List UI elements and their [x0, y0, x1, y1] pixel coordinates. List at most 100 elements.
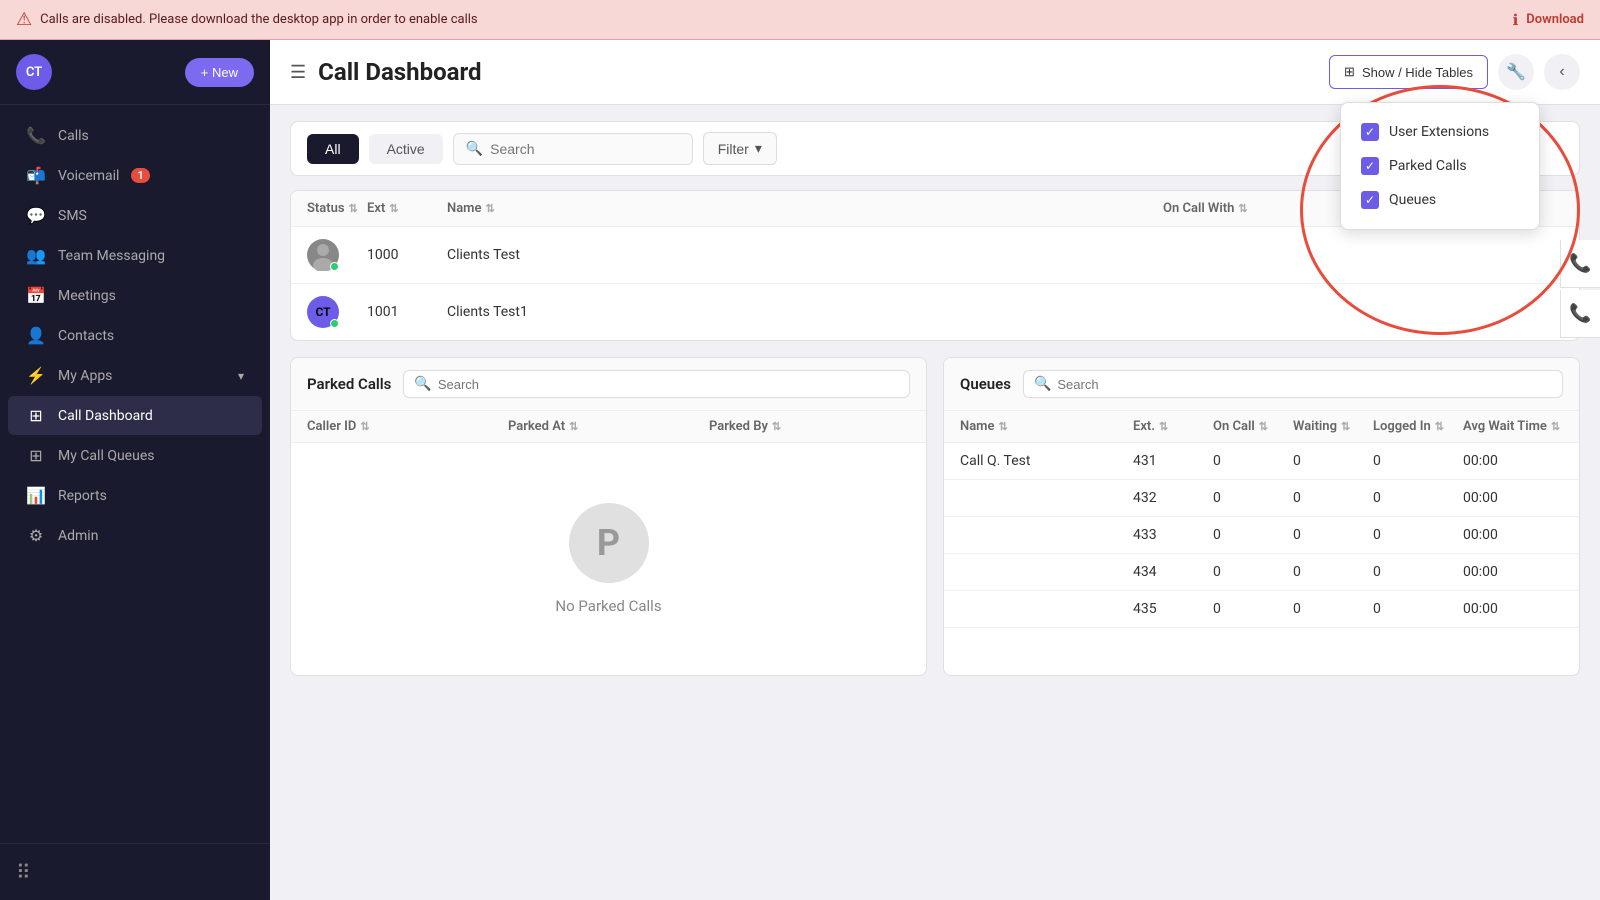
search-box: 🔍 — [453, 133, 693, 165]
sidebar-item-admin[interactable]: ⚙ Admin — [8, 516, 262, 555]
q-name — [960, 564, 1133, 580]
sidebar-label-my-call-queues: My Call Queues — [58, 448, 154, 464]
sidebar-label-call-dashboard: Call Dashboard — [58, 408, 153, 424]
dropdown-item-user-extensions[interactable]: ✓ User Extensions — [1357, 115, 1523, 149]
queue-row: 434 0 0 0 00:00 — [944, 554, 1579, 591]
parked-calls-empty-text: No Parked Calls — [555, 597, 661, 615]
search-icon: 🔍 — [466, 141, 483, 157]
queue-row: 433 0 0 0 00:00 — [944, 517, 1579, 554]
calls-icon: 📞 — [26, 126, 46, 145]
banner-text: Calls are disabled. Please download the … — [40, 12, 1504, 27]
tab-active[interactable]: Active — [369, 134, 443, 164]
parked-calls-search-input[interactable] — [438, 377, 899, 392]
show-hide-tables-button[interactable]: ⊞ Show / Hide Tables — [1329, 55, 1488, 89]
parked-calls-empty: P No Parked Calls — [291, 443, 926, 675]
new-button[interactable]: + New — [185, 58, 254, 87]
sidebar-item-meetings[interactable]: 📅 Meetings — [8, 276, 262, 315]
col-on-call-with[interactable]: On Call With ⇅ — [1163, 201, 1363, 216]
q-col-ext[interactable]: Ext.⇅ — [1133, 419, 1213, 434]
q-ext: 432 — [1133, 490, 1213, 506]
q-avgwait: 00:00 — [1463, 564, 1563, 580]
contacts-icon: 👤 — [26, 326, 46, 345]
q-col-name[interactable]: Name⇅ — [960, 419, 1133, 434]
parked-calls-panel: Parked Calls 🔍 Caller ID ⇅ Parked At — [290, 357, 927, 676]
q-col-loggedin[interactable]: Logged In⇅ — [1373, 419, 1463, 434]
dropdown-item-queues[interactable]: ✓ Queues — [1357, 183, 1523, 217]
sidebar-item-reports[interactable]: 📊 Reports — [8, 476, 262, 515]
sidebar-label-contacts: Contacts — [58, 328, 114, 344]
user-avatar-1: CT — [307, 296, 339, 328]
call-dashboard-icon: ⊞ — [26, 406, 46, 425]
q-oncall: 0 — [1213, 453, 1293, 469]
q-avgwait: 00:00 — [1463, 490, 1563, 506]
search-input[interactable] — [490, 141, 680, 157]
sidebar-item-team-messaging[interactable]: 👥 Team Messaging — [8, 236, 262, 275]
team-messaging-icon: 👥 — [26, 246, 46, 265]
q-col-oncall[interactable]: On Call⇅ — [1213, 419, 1293, 434]
queues-search-input[interactable] — [1057, 377, 1552, 392]
sidebar-label-my-apps: My Apps — [58, 368, 112, 384]
parked-calls-header: Parked Calls 🔍 — [291, 358, 926, 411]
user-avatar-0 — [307, 239, 339, 271]
page-title: Call Dashboard — [318, 58, 481, 86]
q-oncall: 0 — [1213, 564, 1293, 580]
col-status[interactable]: Status ⇅ — [307, 201, 367, 216]
sidebar-label-admin: Admin — [58, 528, 98, 544]
user-extensions-rows: 1000 Clients Test CT 1001 Clients Test1 — [291, 227, 1579, 340]
parked-col-parkedat[interactable]: Parked At ⇅ — [508, 419, 709, 434]
dropdown-item-parked-calls[interactable]: ✓ Parked Calls — [1357, 149, 1523, 183]
q-col-avgwait[interactable]: Avg Wait Time⇅ — [1463, 419, 1563, 434]
sidebar: CT + New 📞 Calls 📬 Voicemail 1 💬 SMS 👥 T… — [0, 40, 270, 900]
filter-button[interactable]: Filter ▾ — [703, 132, 777, 165]
phone-icon-button-2[interactable]: 📞 — [1560, 290, 1600, 338]
q-waiting: 0 — [1293, 564, 1373, 580]
checkbox-queues[interactable]: ✓ — [1361, 191, 1379, 209]
q-avgwait: 00:00 — [1463, 527, 1563, 543]
sidebar-item-voicemail[interactable]: 📬 Voicemail 1 — [8, 156, 262, 195]
collapse-button[interactable]: ‹ — [1544, 54, 1580, 90]
admin-icon: ⚙ — [26, 526, 46, 545]
sidebar-item-contacts[interactable]: 👤 Contacts — [8, 316, 262, 355]
q-waiting: 0 — [1293, 601, 1373, 617]
my-call-queues-icon: ⊞ — [26, 446, 46, 465]
col-name[interactable]: Name ⇅ — [447, 201, 1163, 216]
q-name — [960, 527, 1133, 543]
reports-icon: 📊 — [26, 486, 46, 505]
q-col-waiting[interactable]: Waiting⇅ — [1293, 419, 1373, 434]
parked-col-callerid[interactable]: Caller ID ⇅ — [307, 419, 508, 434]
status-cell: CT — [307, 296, 367, 328]
two-panel: Parked Calls 🔍 Caller ID ⇅ Parked At — [290, 357, 1580, 676]
hamburger-icon[interactable]: ☰ — [290, 62, 306, 83]
phone-icon-button-1[interactable]: 📞 — [1560, 240, 1600, 288]
parked-col-parkedby[interactable]: Parked By ⇅ — [709, 419, 910, 434]
checkbox-user-extensions[interactable]: ✓ — [1361, 123, 1379, 141]
voicemail-icon: 📬 — [26, 166, 46, 185]
sort-icon-oncall: ⇅ — [1238, 202, 1247, 215]
sidebar-item-sms[interactable]: 💬 SMS — [8, 196, 262, 235]
download-link[interactable]: Download — [1526, 12, 1584, 27]
checkbox-parked-calls[interactable]: ✓ — [1361, 157, 1379, 175]
q-ext: 433 — [1133, 527, 1213, 543]
sidebar-item-my-call-queues[interactable]: ⊞ My Call Queues — [8, 436, 262, 475]
q-ext: 434 — [1133, 564, 1213, 580]
sidebar-label-sms: SMS — [58, 208, 87, 224]
q-waiting: 0 — [1293, 453, 1373, 469]
tab-all[interactable]: All — [307, 134, 359, 164]
sort-icon-status: ⇅ — [349, 202, 358, 215]
sidebar-item-call-dashboard[interactable]: ⊞ Call Dashboard — [8, 396, 262, 435]
warning-icon: ⚠ — [16, 9, 32, 30]
queues-search-icon: 🔍 — [1034, 376, 1051, 392]
q-loggedin: 0 — [1373, 490, 1463, 506]
table-icon: ⊞ — [1344, 64, 1355, 80]
main-content: ☰ Call Dashboard ⊞ Show / Hide Tables 🔧 … — [270, 40, 1600, 900]
q-name — [960, 601, 1133, 617]
col-ext[interactable]: Ext ⇅ — [367, 201, 447, 216]
name-cell: Clients Test — [447, 247, 1163, 263]
settings-icon-button[interactable]: 🔧 — [1498, 54, 1534, 90]
q-waiting: 0 — [1293, 490, 1373, 506]
sidebar-item-calls[interactable]: 📞 Calls — [8, 116, 262, 155]
grid-icon[interactable]: ⠿ — [16, 860, 31, 884]
sidebar-item-my-apps[interactable]: ⚡ My Apps ▾ — [8, 356, 262, 395]
q-oncall: 0 — [1213, 527, 1293, 543]
q-name — [960, 490, 1133, 506]
